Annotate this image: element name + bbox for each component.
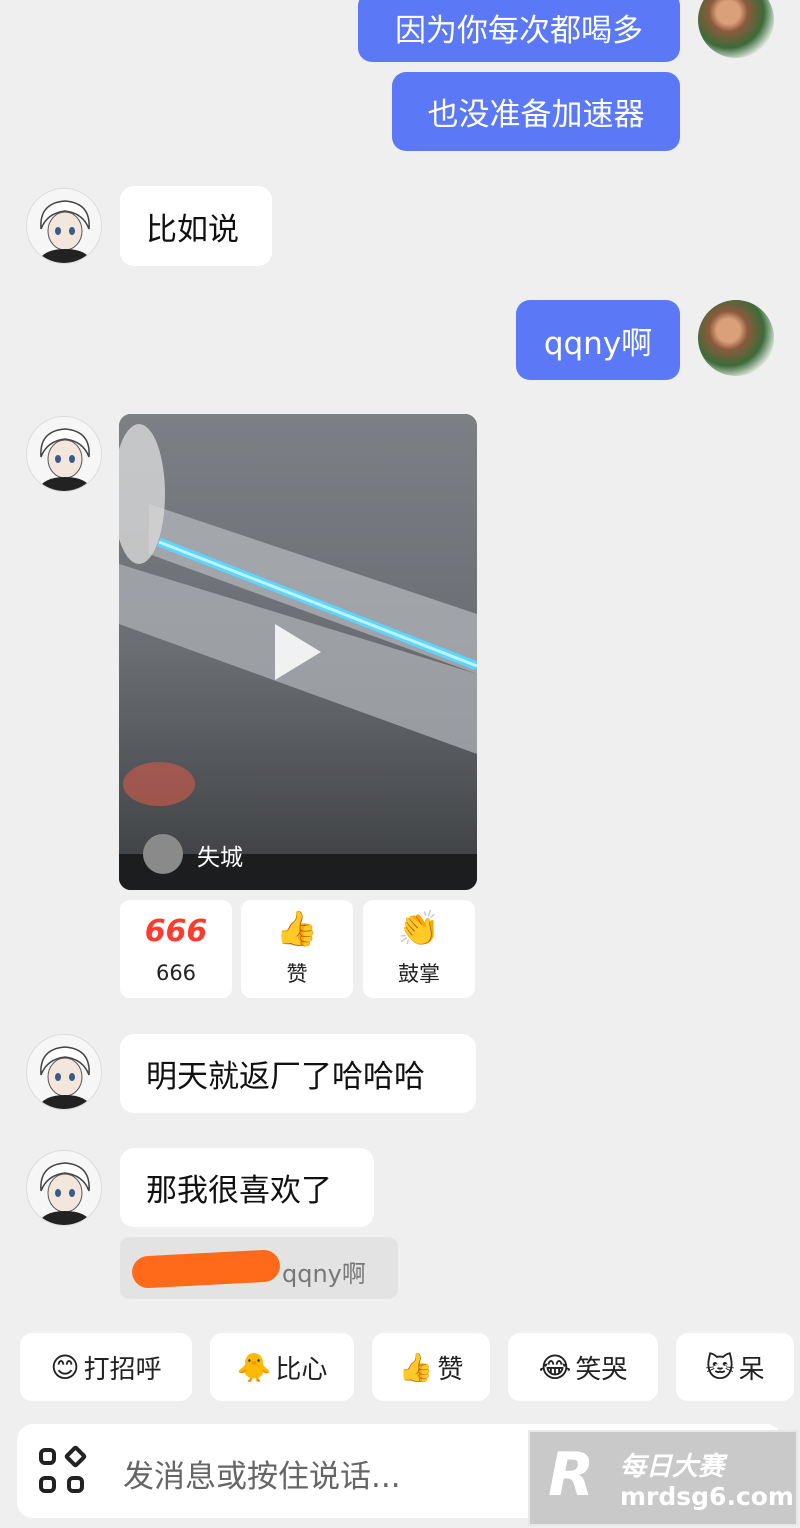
message-text: qqny啊 [543,325,653,362]
laugh-cry-icon: 😂 [538,1350,572,1384]
thumbs-up-icon: 👍 [275,909,319,949]
anime-avatar-icon [27,1035,101,1109]
quick-reply-label: 打招呼 [83,1354,162,1385]
quick-reply-heart[interactable]: 🐥 比心 [210,1333,354,1401]
quick-reply-laugh-cry[interactable]: 😂 笑哭 [508,1333,658,1401]
video-message-card[interactable]: 失城 [119,414,477,890]
message-text: 那我很喜欢了 [146,1173,332,1209]
my-avatar[interactable] [698,0,774,58]
contact-avatar[interactable] [26,1150,102,1226]
cat-icon: 🐱 [705,1350,735,1384]
reply-quote[interactable]: qqny啊 [120,1237,398,1299]
my-message-bubble[interactable]: qqny啊 [516,300,680,380]
message-text: 明天就返厂了哈哈哈 [146,1059,425,1095]
more-apps-icon[interactable] [39,1444,88,1496]
watermark-site: mrdsg6.com [620,1482,794,1511]
contact-avatar[interactable] [26,1034,102,1110]
quick-reply-greet[interactable]: 😊 打招呼 [20,1333,192,1401]
contact-message-bubble[interactable]: 那我很喜欢了 [120,1148,374,1227]
reaction-like[interactable]: 👍 赞 [241,900,353,998]
watermark: R 每日大赛 mrdsg6.com [528,1430,798,1526]
reaction-label: 鼓掌 [398,962,440,986]
reaction-666-icon: 666 [144,914,208,949]
reaction-label: 666 [155,961,197,985]
quick-reply-label: 呆 [738,1354,765,1385]
video-author-name: 失城 [197,845,243,871]
author-avatar [143,834,183,874]
contact-avatar[interactable] [26,188,102,264]
message-text: 也没准备加速器 [427,97,645,133]
quick-reply-label: 赞 [437,1354,464,1385]
message-input-placeholder[interactable]: 发消息或按住说话... [123,1451,401,1496]
watermark-logo: R [548,1440,595,1510]
quick-reply-daze[interactable]: 🐱 呆 [676,1333,794,1401]
quick-reply-label: 比心 [275,1354,328,1385]
message-text: 比如说 [146,211,239,248]
thumbs-up-icon: 👍 [398,1350,434,1384]
reaction-666[interactable]: 666 666 [120,900,232,998]
clap-icon: 👏 [397,909,441,949]
my-message-bubble[interactable]: 因为你每次都喝多 [358,0,680,62]
my-message-bubble[interactable]: 也没准备加速器 [392,72,680,151]
reply-quote-text: qqny啊 [282,1260,366,1288]
reaction-clap[interactable]: 👏 鼓掌 [363,900,475,998]
smile-icon: 😊 [50,1350,80,1384]
anime-avatar-icon [27,1151,101,1225]
my-avatar[interactable] [698,300,774,376]
reaction-label: 赞 [286,962,308,986]
contact-message-bubble[interactable]: 明天就返厂了哈哈哈 [120,1034,476,1113]
contact-avatar[interactable] [26,416,102,492]
anime-avatar-icon [27,417,101,491]
message-text: 因为你每次都喝多 [395,12,643,49]
quick-reply-like[interactable]: 👍 赞 [372,1333,490,1401]
anime-avatar-icon [27,189,101,263]
redaction-scribble [131,1249,281,1289]
contact-message-bubble[interactable]: 比如说 [120,186,272,266]
quick-reply-label: 笑哭 [575,1354,628,1385]
chick-icon: 🐥 [236,1350,272,1384]
watermark-brand: 每日大赛 [620,1452,725,1482]
play-icon[interactable] [275,624,321,680]
